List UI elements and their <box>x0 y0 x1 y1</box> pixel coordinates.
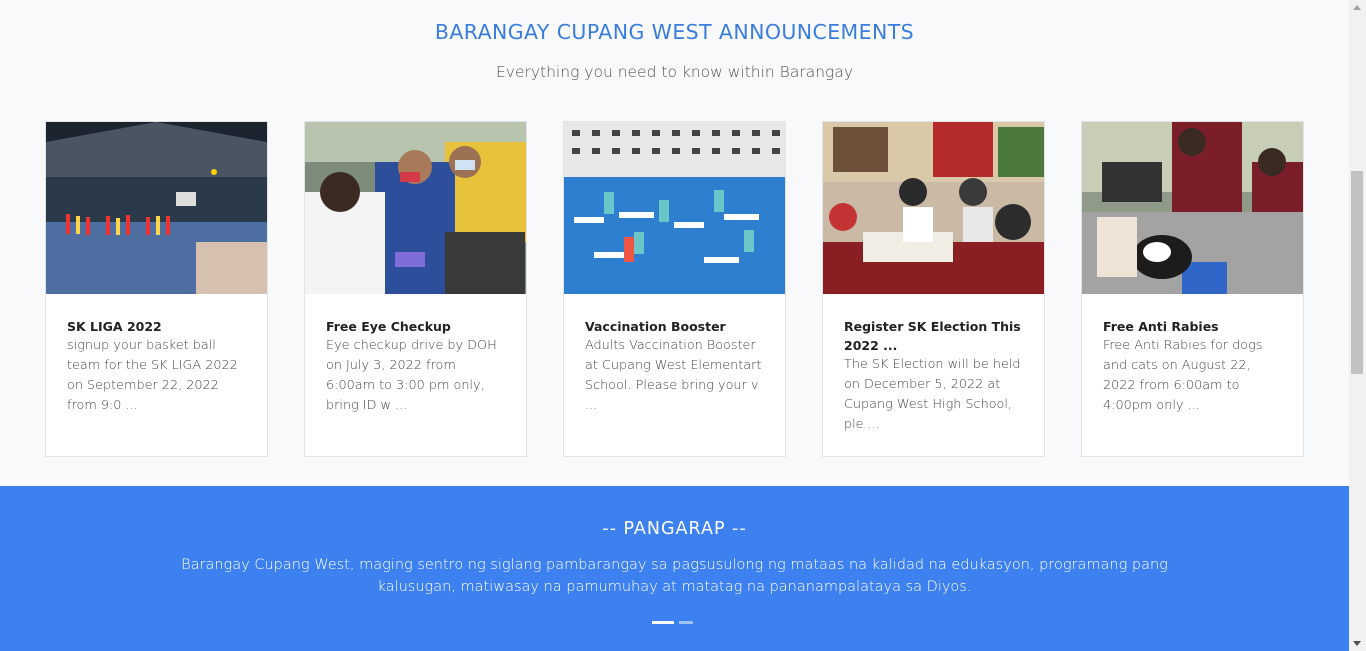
scroll-down-arrow-icon[interactable] <box>1353 641 1361 646</box>
card-text: Adults Vaccination Booster at Cupang Wes… <box>585 338 762 413</box>
announcement-card[interactable]: ‹ SK LIGA 2022 signup your basket ball t… <box>45 121 268 457</box>
card-image[interactable] <box>564 122 785 294</box>
card-title[interactable]: Vaccination Booster <box>585 317 764 336</box>
card-text: Free Anti Rabies for dogs and cats on Au… <box>1103 338 1263 413</box>
carousel-indicator[interactable] <box>652 621 674 624</box>
announcement-card[interactable]: Free Anti Rabies Free Anti Rabies for do… <box>1081 121 1304 457</box>
card-title[interactable]: Free Eye Checkup <box>326 317 505 336</box>
card-image[interactable]: ‹ <box>46 122 267 294</box>
card-text: Eye checkup drive by DOH on July 3, 2022… <box>326 338 497 413</box>
section-subtitle: Everything you need to know within Baran… <box>495 63 853 81</box>
announcement-card[interactable]: Vaccination Booster Adults Vaccination B… <box>563 121 786 457</box>
card-title[interactable]: Free Anti Rabies <box>1103 317 1282 336</box>
card-image[interactable] <box>1082 122 1303 294</box>
vertical-scrollbar[interactable] <box>1349 0 1366 651</box>
card-text: The SK Election will be held on December… <box>844 357 1021 432</box>
vision-section: -- PANGARAP -- Barangay Cupang West, mag… <box>0 486 1349 651</box>
vision-title: -- PANGARAP -- <box>602 519 747 539</box>
card-text: signup your basket ball team for the SK … <box>67 338 238 413</box>
announcement-card[interactable]: Register SK Election This 2022 ... The S… <box>822 121 1045 457</box>
scroll-up-arrow-icon[interactable] <box>1353 5 1361 10</box>
carousel-indicators <box>652 621 693 624</box>
scrollbar-thumb[interactable] <box>1351 171 1363 374</box>
card-title[interactable]: Register SK Election This 2022 ... <box>844 317 1023 355</box>
card-image[interactable] <box>823 122 1044 294</box>
section-title: BARANGAY CUPANG WEST ANNOUNCEMENTS <box>434 20 915 44</box>
vision-text: Barangay Cupang West, maging sentro ng s… <box>181 557 1168 595</box>
card-title[interactable]: SK LIGA 2022 <box>67 317 246 336</box>
card-image[interactable] <box>305 122 526 294</box>
carousel-indicator[interactable] <box>679 621 693 624</box>
announcement-card[interactable]: Free Eye Checkup Eye checkup drive by DO… <box>304 121 527 457</box>
page: BARANGAY CUPANG WEST ANNOUNCEMENTS Every… <box>0 0 1349 651</box>
